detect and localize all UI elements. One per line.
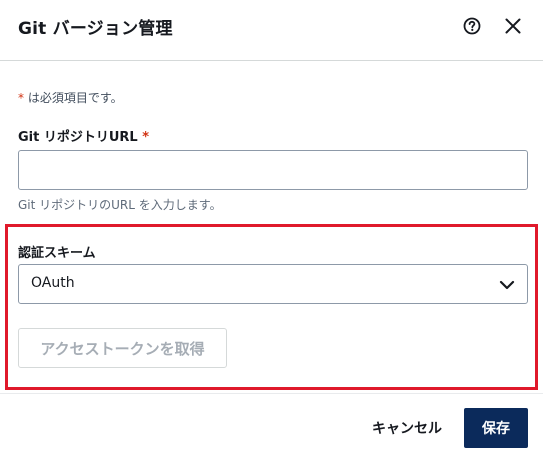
repo-url-help: Git リポジトリのURL を入力します。 — [18, 198, 222, 212]
close-icon — [505, 18, 521, 34]
get-access-token-button[interactable]: アクセストークンを取得 — [18, 328, 227, 368]
repo-url-label-text: Git リポジトリURL — [18, 130, 138, 145]
header-divider — [0, 60, 543, 61]
dialog-header: Git バージョン管理 — [0, 0, 543, 60]
save-button[interactable]: 保存 — [464, 408, 528, 448]
git-version-control-dialog: Git バージョン管理 * は必須項目です。 Git リポジトリURL * Gi… — [0, 0, 543, 457]
repo-url-label: Git リポジトリURL * — [18, 126, 149, 145]
repo-url-required-star: * — [142, 130, 150, 145]
dialog-title: Git バージョン管理 — [18, 19, 173, 39]
auth-scheme-select[interactable]: OAuth — [18, 264, 528, 304]
help-circle-icon — [463, 17, 481, 35]
required-note: * は必須項目です。 — [18, 89, 123, 106]
chevron-down-icon — [499, 280, 515, 290]
cancel-button[interactable]: キャンセル — [357, 408, 457, 448]
repo-url-input[interactable] — [18, 150, 528, 190]
help-button[interactable] — [462, 16, 482, 36]
required-note-text: は必須項目です。 — [24, 91, 123, 105]
auth-scheme-label: 認証スキーム — [18, 246, 96, 261]
close-button[interactable] — [502, 15, 524, 37]
footer-divider — [0, 393, 543, 394]
auth-scheme-value: OAuth — [31, 275, 75, 291]
